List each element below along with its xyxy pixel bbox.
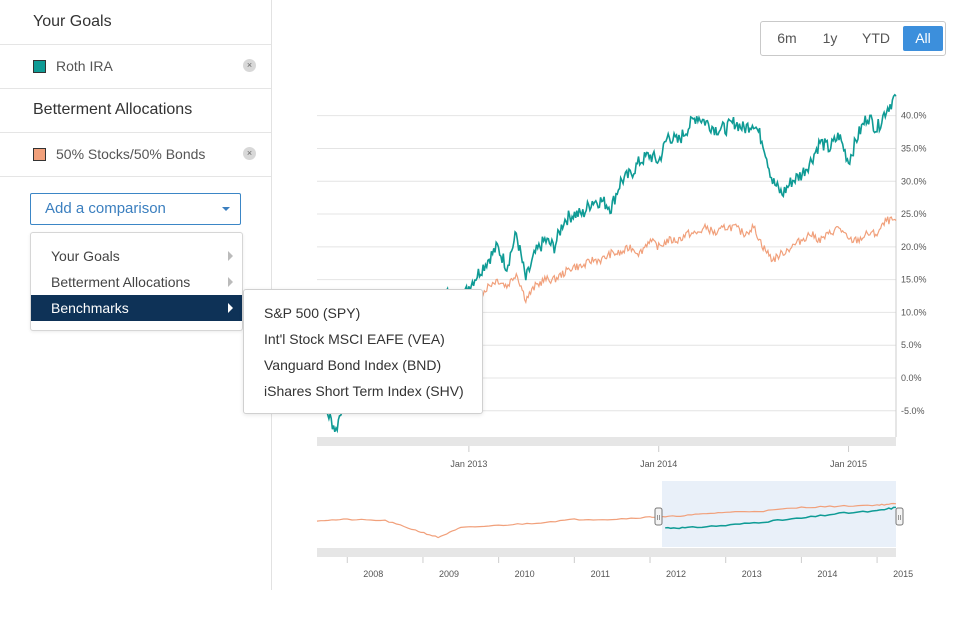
y-tick-label: -5.0% xyxy=(901,406,925,416)
range-all-button[interactable]: All xyxy=(903,26,943,51)
y-tick-label: 10.0% xyxy=(901,307,927,317)
y-tick-label: 30.0% xyxy=(901,176,927,186)
navigator-scrollbar[interactable] xyxy=(317,548,896,557)
x-tick-label: Jan 2014 xyxy=(640,459,677,469)
navigator-year-label: 2013 xyxy=(742,569,762,579)
range-ytd-button[interactable]: YTD xyxy=(853,26,899,51)
navigator-year-label: 2009 xyxy=(439,569,459,579)
navigator-handle-grip-icon: II xyxy=(657,515,661,522)
y-tick-label: 15.0% xyxy=(901,275,927,285)
navigator-year-labels: 2008 2009 2010 2011 2012 2013 2014 2015 xyxy=(346,557,913,579)
range-6m-button[interactable]: 6m xyxy=(767,26,807,51)
navigator-year-label: 2015 xyxy=(893,569,913,579)
navigator-year-label: 2012 xyxy=(666,569,686,579)
y-tick-label: 0.0% xyxy=(901,373,922,383)
navigator-year-label: 2010 xyxy=(515,569,535,579)
y-axis-tick-labels: 40.0% 35.0% 30.0% 25.0% 20.0% 15.0% 10.0% 5.0% 0… xyxy=(901,111,927,416)
submenu-item-bnd[interactable]: Vanguard Bond Index (BND) xyxy=(264,352,441,378)
y-tick-label: 40.0% xyxy=(901,111,927,121)
y-tick-label: 5.0% xyxy=(901,340,922,350)
benchmarks-submenu: S&P 500 (SPY) Int'l Stock MSCI EAFE (VEA… xyxy=(243,289,483,414)
x-tick-label: Jan 2013 xyxy=(450,459,487,469)
navigator-year-label: 2014 xyxy=(817,569,837,579)
y-tick-label: 25.0% xyxy=(901,209,927,219)
range-1y-button[interactable]: 1y xyxy=(811,26,849,51)
navigator-year-label: 2008 xyxy=(363,569,383,579)
main-scrollbar[interactable] xyxy=(317,437,896,446)
y-tick-label: 35.0% xyxy=(901,143,927,153)
submenu-item-vea[interactable]: Int'l Stock MSCI EAFE (VEA) xyxy=(264,326,445,352)
x-tick-label: Jan 2015 xyxy=(830,459,867,469)
submenu-item-spy[interactable]: S&P 500 (SPY) xyxy=(264,300,360,326)
x-axis-tick-labels: Jan 2013 Jan 2014 Jan 2015 xyxy=(450,446,867,469)
navigator-year-label: 2011 xyxy=(591,569,610,579)
navigator-handle-grip-icon: II xyxy=(898,515,902,522)
performance-chart: 40.0% 35.0% 30.0% 25.0% 20.0% 15.0% 10.0% 5.0% 0… xyxy=(316,93,927,579)
submenu-item-shv[interactable]: iShares Short Term Index (SHV) xyxy=(264,378,464,404)
y-tick-label: 20.0% xyxy=(901,242,927,252)
time-range-selector: 6m 1y YTD All xyxy=(760,21,946,56)
